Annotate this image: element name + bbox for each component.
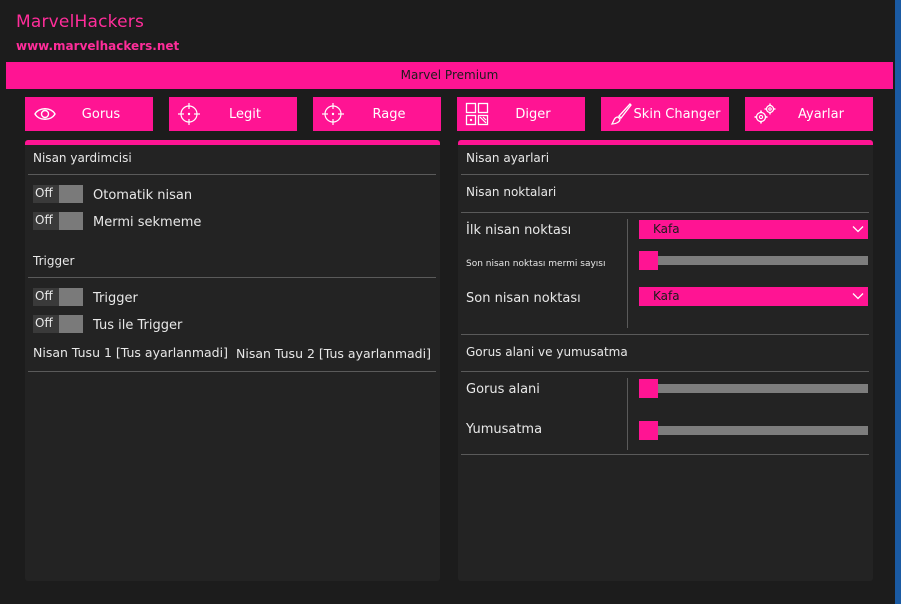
toggle-otomatik-nisan[interactable]: Off xyxy=(33,185,83,203)
divider xyxy=(461,212,869,213)
section-title-aim-assist: Nisan yardimcisi xyxy=(33,151,132,165)
divider xyxy=(28,277,436,278)
section-title-trigger: Trigger xyxy=(33,254,75,268)
first-aim-point-dropdown[interactable]: Kafa xyxy=(639,220,868,239)
paintbrush-icon xyxy=(610,103,632,125)
eye-icon xyxy=(34,108,56,120)
slider-track xyxy=(639,384,868,393)
bullet-count-slider[interactable] xyxy=(639,251,868,271)
label-otomatik-nisan: Otomatik nisan xyxy=(93,188,193,203)
tab-skin-changer[interactable]: Skin Changer xyxy=(601,97,729,131)
label-fov: Gorus alani xyxy=(466,382,540,397)
tab-bar: Gorus Legit Rage Diger Skin Changer Ayar… xyxy=(0,97,901,131)
label-tus-ile-trigger: Tus ile Trigger xyxy=(93,318,183,333)
tab-diger[interactable]: Diger xyxy=(457,97,585,131)
smooth-slider[interactable] xyxy=(639,421,868,441)
toggle-state: Off xyxy=(33,212,59,230)
column-divider xyxy=(627,219,628,328)
aim-assist-panel: Nisan yardimcisi Off Otomatik nisan Off … xyxy=(25,140,440,581)
last-aim-point-dropdown[interactable]: Kafa xyxy=(639,287,868,306)
tab-rage[interactable]: Rage xyxy=(313,97,441,131)
chevron-down-icon xyxy=(852,226,864,233)
label-trigger: Trigger xyxy=(93,291,138,306)
dropdown-value: Kafa xyxy=(653,289,680,303)
divider xyxy=(28,174,436,175)
slider-thumb[interactable] xyxy=(639,379,658,398)
section-title-aim-points: Nisan noktalari xyxy=(466,185,557,199)
toggle-mermi-sekmeme[interactable]: Off xyxy=(33,212,83,230)
brand-title: MarvelHackers xyxy=(16,12,145,32)
chevron-down-icon xyxy=(852,293,864,300)
slider-thumb[interactable] xyxy=(639,421,658,440)
label-last-aim-point: Son nisan noktası xyxy=(466,291,581,306)
window-title-bar: Marvel Premium xyxy=(6,62,893,89)
tab-ayarlar[interactable]: Ayarlar xyxy=(745,97,873,131)
toggle-state: Off xyxy=(33,315,59,333)
toggle-trigger[interactable]: Off xyxy=(33,288,83,306)
fov-slider[interactable] xyxy=(639,379,868,399)
toggle-state: Off xyxy=(33,288,59,306)
brand-url[interactable]: www.marvelhackers.net xyxy=(16,39,179,53)
toggle-tus-ile-trigger[interactable]: Off xyxy=(33,315,83,333)
aim-key-2-button[interactable]: Nisan Tusu 2 [Tus ayarlanmadi] xyxy=(236,346,431,361)
window-title: Marvel Premium xyxy=(400,68,499,82)
divider xyxy=(461,454,869,455)
divider xyxy=(461,371,869,372)
tab-legit[interactable]: Legit xyxy=(169,97,297,131)
toggle-state: Off xyxy=(33,185,59,203)
app-window: MarvelHackers www.marvelhackers.net Marv… xyxy=(0,0,901,604)
tab-gorus[interactable]: Gorus xyxy=(25,97,153,131)
section-title-aim-settings: Nisan ayarlari xyxy=(466,151,550,165)
aim-key-1-button[interactable]: Nisan Tusu 1 [Tus ayarlanmadi] xyxy=(33,345,228,360)
aim-settings-panel: Nisan ayarlari Nisan noktalari İlk nisan… xyxy=(458,140,873,581)
divider xyxy=(461,174,869,175)
dropdown-value: Kafa xyxy=(653,222,680,236)
slider-track xyxy=(639,256,868,265)
slider-track xyxy=(639,426,868,435)
section-title-fov-smooth: Gorus alani ve yumusatma xyxy=(466,345,628,359)
slider-thumb[interactable] xyxy=(639,251,658,270)
divider xyxy=(28,371,436,372)
label-bullet-count: Son nisan noktası mermi sayısı xyxy=(466,259,606,269)
grid-icon xyxy=(465,102,489,126)
label-smooth: Yumusatma xyxy=(466,422,543,437)
crosshair-icon xyxy=(322,103,344,125)
column-divider xyxy=(627,378,628,450)
divider xyxy=(461,334,869,335)
crosshair-icon xyxy=(178,103,200,125)
label-first-aim-point: İlk nisan noktası xyxy=(466,223,572,238)
label-mermi-sekmeme: Mermi sekmeme xyxy=(93,215,202,230)
gears-icon xyxy=(754,103,776,124)
